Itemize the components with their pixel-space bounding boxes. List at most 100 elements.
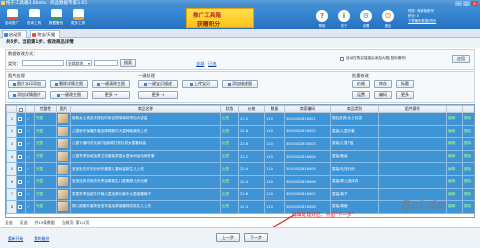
status-select[interactable]: 全部状态 [66,60,92,66]
row-select-cell[interactable] [16,200,26,214]
select-all-checkbox[interactable] [19,107,23,112]
row-quantity[interactable]: 110 [264,162,285,176]
row-select-cell[interactable] [16,137,26,151]
info-icon[interactable]: i [338,10,350,22]
row-select-cell[interactable] [16,149,26,164]
row-select-cell[interactable] [16,174,26,189]
row-checkbox[interactable] [18,167,22,172]
batch-title-button[interactable]: 标题 [396,80,414,88]
gear-icon[interactable]: ⚙ [360,10,372,22]
row-price[interactable]: 23.2 [238,149,265,164]
row-quantity[interactable]: 110 [264,187,285,202]
table-row[interactable]: 1 ✓ 完整 新款女士真皮手提包时尚百搭单肩斜挎包大容量 出售 22.0 110 300108… [6,112,474,126]
restart-link[interactable]: 重新开始 [8,236,23,242]
select-all-link[interactable]: 全选 [5,220,13,225]
row-checkbox[interactable] [18,192,22,197]
row-code[interactable]: 3001082616004 [284,149,331,164]
row-delete-link[interactable]: 删除 [462,112,474,126]
row-edit-link[interactable]: 编辑 [446,149,463,164]
row-delete-link[interactable]: 删除 [462,124,474,139]
search-button[interactable]: 搜索 [120,59,136,67]
keyword-input[interactable] [22,60,64,66]
row-product-name[interactable]: 婴儿棉服外套男宝宝冬装加厚保暖棉衣新生儿上衣 [70,200,221,214]
row-edit-link[interactable]: 编辑 [446,162,463,176]
row-quantity[interactable]: 110 [264,149,285,164]
image-op-change-main[interactable]: 一键改主图 [50,91,88,99]
toolbar-backup-button[interactable]: 数据备份 [46,8,66,28]
row-delete-link[interactable]: 删除 [462,162,474,176]
row-select-cell[interactable] [16,112,26,126]
quick-link-selected[interactable]: 已选 [208,61,216,67]
row-delete-link[interactable]: 删除 [462,174,474,189]
row-price[interactable]: 22.4 [238,174,265,189]
row-product-name[interactable]: 男童冬季加绒牛仔裤儿童加厚长裤中大童保暖裤子 [70,187,221,202]
row-code[interactable]: 3001082616001 [284,112,331,126]
table-row[interactable]: 5 ✓ 完整 宝宝毛衣开衫针织外套婴儿春秋装新生儿上衣 出售 22.4 110 3001082… [6,162,474,176]
row-delete-link[interactable]: 删除 [462,149,474,164]
column-header-quantity[interactable]: 数量 [264,105,285,113]
row-edit-link[interactable]: 编辑 [446,112,463,126]
row-code[interactable]: 3001082616007 [284,187,331,202]
maximize-button[interactable]: □ [463,1,470,6]
row-code[interactable]: 3001082616003 [284,137,331,151]
column-header-name[interactable]: 商品名称 [70,105,221,113]
row-price[interactable]: 22.0 [238,112,265,126]
row-product-name[interactable]: 宝宝连体衣哈衣冬季加厚新生儿爬服婴儿外出服 [70,174,221,189]
row-code[interactable]: 3001082616002 [284,124,331,139]
row-edit-link[interactable]: 编辑 [446,124,463,139]
batch-price-button[interactable]: 价格 [352,80,370,88]
row-product-name[interactable]: 儿童冬季加绒加厚卫衣套装男童女童休闲运动两件套 [70,149,221,164]
image-op-add-detail[interactable]: 添加详情图片 [8,91,46,99]
row-product-name[interactable]: 新款女士真皮手提包时尚百搭单肩斜挎包大容量 [70,112,221,126]
prev-step-button[interactable]: 上一步 [216,233,240,242]
row-edit-link[interactable]: 编辑 [446,137,463,151]
desc-op-more[interactable]: 更多 → [138,91,178,99]
row-checkbox[interactable] [18,204,22,209]
desc-op-one-click[interactable]: 一键宝贝描述 [138,80,178,88]
row-quantity[interactable]: 110 [264,112,285,126]
toolbar-search-button[interactable]: 查询工具 [24,8,44,28]
row-delete-link[interactable]: 删除 [462,137,474,151]
image-op-delete-main[interactable]: 删除详情主图 [50,80,88,88]
quick-link-all[interactable]: 全部 [196,61,204,67]
table-row[interactable]: 4 ✓ 完整 儿童冬季加绒加厚卫衣套装男童女童休闲运动两件套 出售 23.2 110 3001… [6,149,474,164]
row-checkbox[interactable] [18,154,22,159]
row-quantity[interactable]: 110 [264,200,285,214]
row-quantity[interactable]: 110 [264,174,285,189]
minimize-button[interactable]: — [455,1,462,6]
table-row[interactable]: 6 ✓ 完整 宝宝连体衣哈衣冬季加厚新生儿爬服婴儿外出服 出售 22.4 110 300108… [6,174,474,189]
column-header-image[interactable]: 图片 [56,105,71,113]
batch-more-button[interactable]: 更多 [396,91,414,99]
close-button[interactable]: × [471,1,478,6]
column-header-price[interactable]: 价格 [238,105,265,113]
auto-image-checkbox[interactable] [340,57,344,61]
row-price[interactable]: 22.4 [238,200,265,214]
promo-banner[interactable]: 推广工具箱 获赠积分 [186,8,254,28]
row-product-name[interactable]: 儿童卡通印花长袖T恤纯棉打底衫男女童春秋装 [70,137,221,151]
column-header-code[interactable]: 商家编码 [284,105,331,113]
table-row[interactable]: 3 ✓ 完整 儿童卡通印花长袖T恤纯棉打底衫男女童春秋装 出售 22.8 110 300108… [6,137,474,151]
row-price[interactable]: 22.4 [238,162,265,176]
column-header-completeness[interactable]: 完整性 [34,105,57,113]
row-select-cell[interactable] [16,162,26,176]
desc-op-add-desc-image[interactable]: 添加描述图 [222,80,258,88]
row-select-cell[interactable] [16,187,26,202]
my-backup-link[interactable]: 我的备份 [34,236,49,242]
image-op-watermark[interactable]: 图片水印添加 [8,80,46,88]
next-step-button[interactable]: 下一步 [244,233,268,242]
column-header-state[interactable]: 状态 [220,105,239,113]
apply-button[interactable]: 应用 [452,55,470,63]
column-header-select[interactable] [16,105,26,113]
row-edit-link[interactable]: 编辑 [446,174,463,189]
row-price[interactable]: 22.8 [238,137,265,151]
row-checkbox[interactable] [18,141,22,146]
sync-link[interactable]: 下载备份数据/同步 [408,19,478,24]
prefix-input[interactable] [94,60,118,66]
row-select-cell[interactable] [16,124,26,139]
tab-start-page[interactable]: 启动页 [2,30,27,38]
image-op-clear-main[interactable]: 一键清除主图 [92,80,130,88]
row-checkbox[interactable] [18,179,22,184]
help-icon[interactable]: ? [316,10,328,22]
row-product-name[interactable]: 宝宝毛衣开衫针织外套婴儿春秋装新生儿上衣 [70,162,221,176]
desc-op-upload[interactable]: 上传宝贝 [182,80,218,88]
